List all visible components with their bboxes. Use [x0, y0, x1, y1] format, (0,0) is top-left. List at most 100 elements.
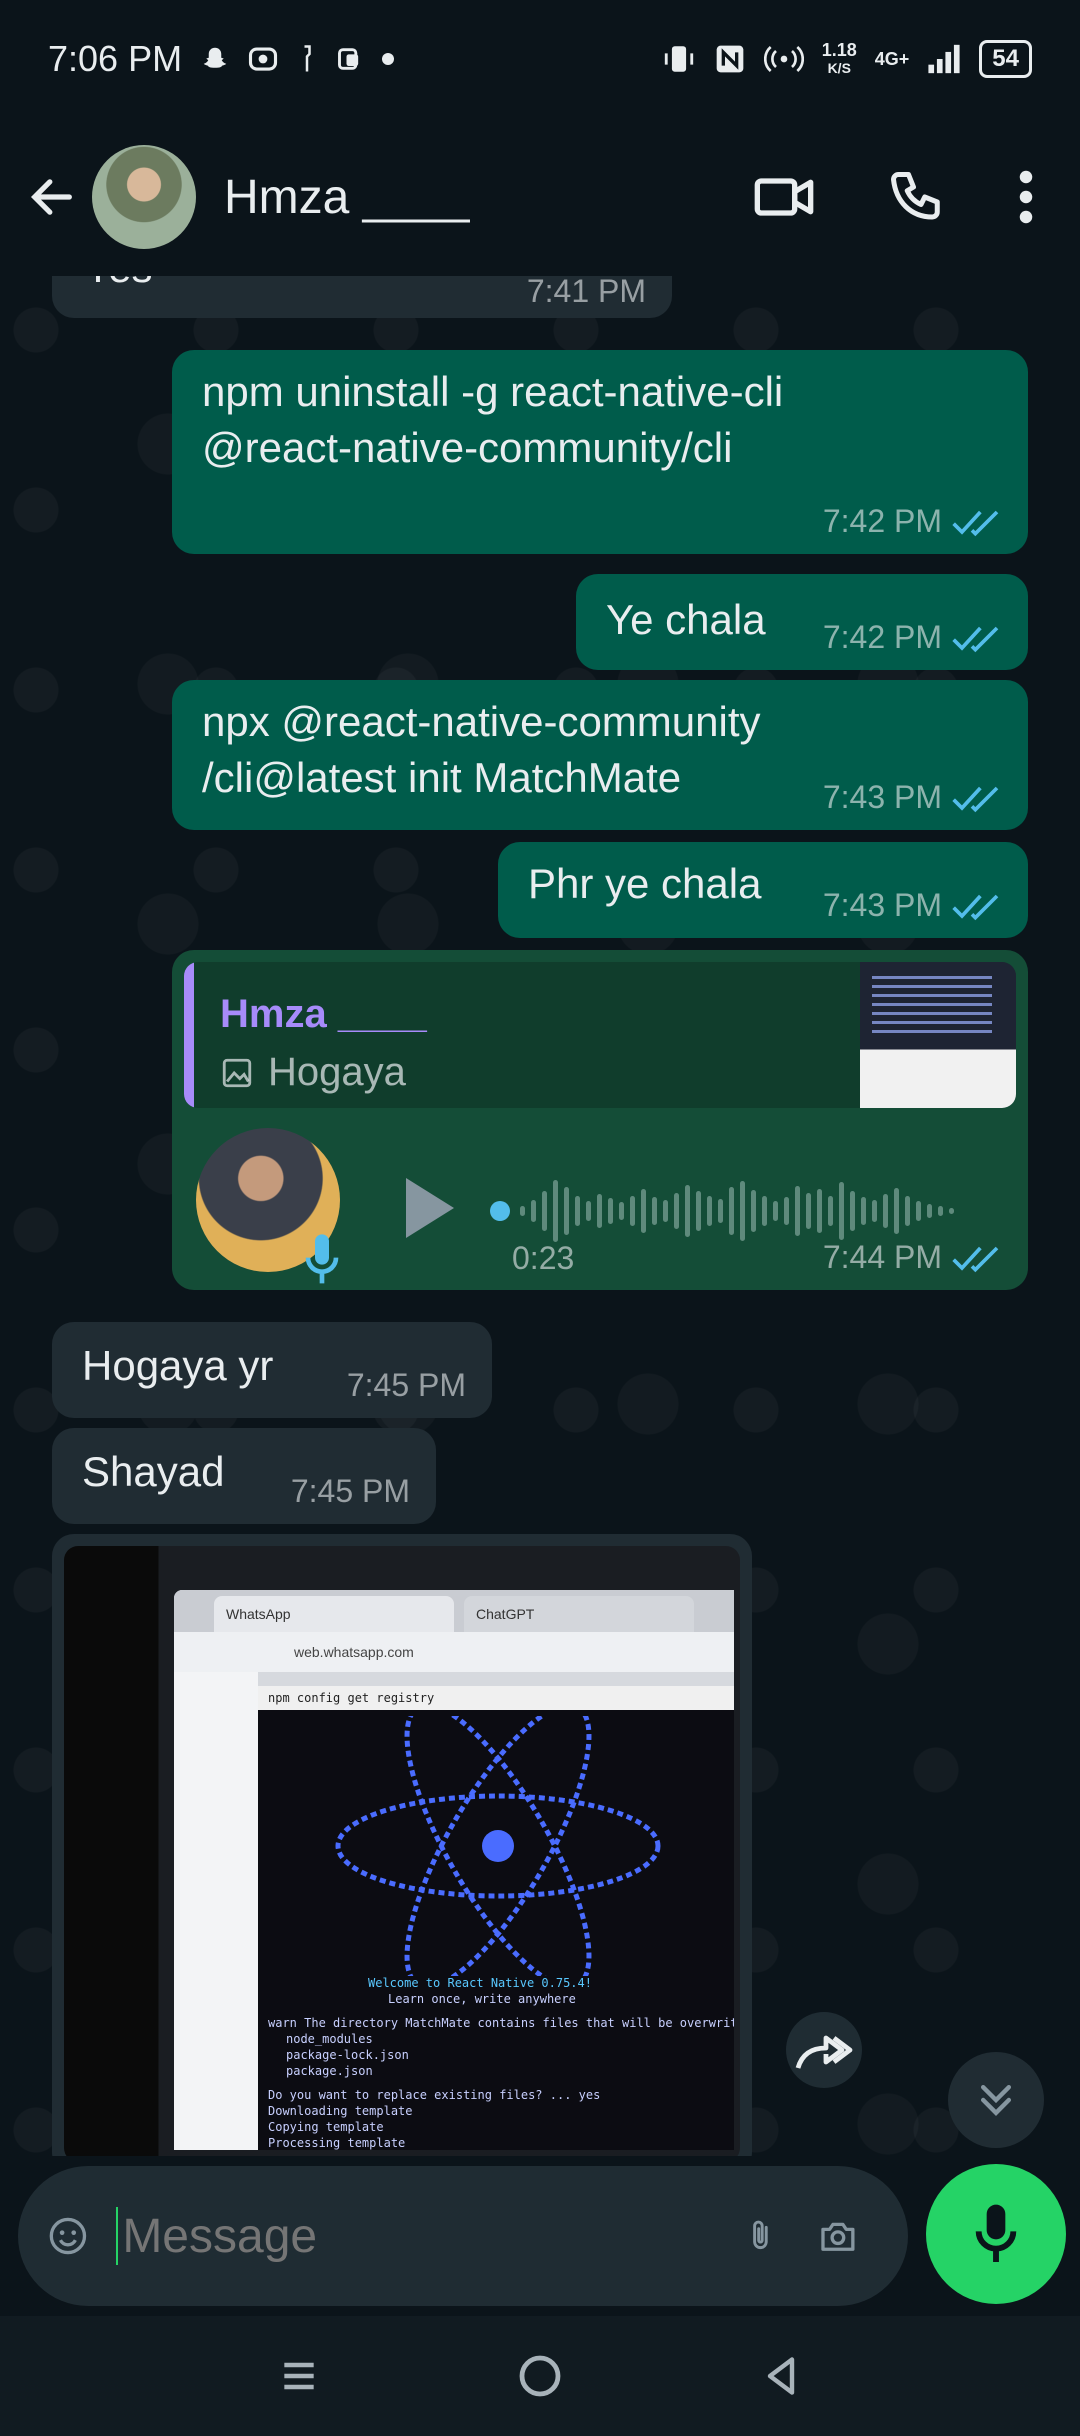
play-button[interactable]: [398, 1172, 462, 1249]
waveform-bar: [828, 1196, 833, 1226]
message-meta: 7:43 PM: [823, 779, 1002, 816]
message-text: Yes: [84, 276, 153, 296]
read-ticks-icon: [952, 1246, 999, 1272]
read-ticks-icon: [952, 786, 999, 812]
forward-icon: [795, 2035, 853, 2069]
back-nav-icon[interactable]: [759, 2352, 803, 2400]
message-time: 7:42 PM: [822, 503, 942, 539]
voice-duration: 0:23: [512, 1240, 575, 1276]
voice-message[interactable]: Hmza ____ Hogaya 0:23 7:44 PM: [172, 950, 1028, 1290]
waveform-bar: [685, 1185, 690, 1237]
message-incoming[interactable]: Hogaya yr 7:45 PM: [52, 1322, 492, 1418]
contact-avatar[interactable]: [92, 145, 196, 249]
message-input[interactable]: [122, 2208, 744, 2264]
waveform-bar: [597, 1194, 602, 1228]
recent-apps-icon[interactable]: [277, 2354, 321, 2398]
waveform-bar: [905, 1196, 910, 1226]
waveform-bar: [806, 1193, 811, 1229]
composer: [0, 2156, 1080, 2316]
home-icon[interactable]: [516, 2352, 564, 2400]
waveform-bar: [938, 1206, 943, 1216]
chat-area[interactable]: Yes 7:41 PM npm uninstall -g react-nativ…: [0, 276, 1080, 2156]
photo-tabbar: WhatsApp ChatGPT: [174, 1590, 734, 1632]
message-outgoing[interactable]: npx @react-native-community /cli@latest …: [172, 680, 1028, 830]
react-ascii-logo: [335, 1716, 661, 1976]
reply-quote[interactable]: Hmza ____ Hogaya: [184, 962, 1016, 1108]
waveform-bar: [542, 1191, 547, 1231]
waveform-bar: [696, 1191, 701, 1231]
waveform-bar: [652, 1197, 657, 1225]
waveform-bar: [729, 1187, 734, 1235]
message-incoming[interactable]: Yes 7:41 PM: [52, 276, 672, 318]
message-meta: 7:45 PM: [347, 1367, 466, 1404]
message-meta: 7:41 PM: [527, 276, 646, 310]
message-time: 7:45 PM: [346, 1367, 466, 1403]
quote-preview: Hogaya: [220, 1050, 406, 1095]
waveform-bar: [916, 1201, 921, 1221]
message-meta: 7:42 PM: [823, 503, 1002, 540]
terminal-file: package-lock.json: [286, 2048, 409, 2062]
emoji-icon[interactable]: [48, 2204, 88, 2268]
photo[interactable]: WhatsApp ChatGPT web.whatsapp.com npm co…: [64, 1546, 740, 2156]
notification-icons: [200, 44, 395, 74]
waveform-bar: [872, 1200, 877, 1222]
waveform-bar: [839, 1182, 844, 1240]
net-speed-value: 1.18: [821, 40, 857, 60]
message-text: npm uninstall -g react-native-cli @react…: [202, 368, 784, 471]
message-meta: 7:45 PM: [291, 1473, 410, 1510]
arrow-left-icon: [30, 179, 72, 215]
forward-button[interactable]: [786, 2012, 862, 2088]
microphone-icon: [305, 1234, 339, 1284]
camera-icon[interactable]: [818, 2204, 858, 2268]
waveform-bar: [575, 1196, 580, 1226]
contact-name[interactable]: Hmza ____: [224, 170, 469, 225]
snapchat-icon: [203, 47, 227, 68]
message-outgoing[interactable]: npm uninstall -g react-native-cli @react…: [172, 350, 1028, 554]
message-input-pill[interactable]: [18, 2166, 908, 2306]
more-options-icon[interactable]: [1016, 167, 1036, 227]
voice-call-icon[interactable]: [886, 167, 946, 227]
hotspot-icon: [763, 46, 804, 72]
waveform-bar: [784, 1197, 789, 1225]
attach-icon[interactable]: [743, 2204, 778, 2268]
waveform-bar: [564, 1187, 569, 1235]
scroll-to-bottom-button[interactable]: [948, 2052, 1044, 2148]
net-speed: 1.18 K/S: [822, 41, 857, 77]
waveform-bar: [520, 1206, 525, 1216]
message-text: Ye chala: [606, 596, 766, 643]
photo-screen: WhatsApp ChatGPT web.whatsapp.com npm co…: [174, 1590, 734, 2150]
waveform-bar: [762, 1196, 767, 1226]
read-ticks-icon: [952, 894, 999, 920]
video-call-icon[interactable]: [752, 165, 816, 229]
waveform-bar: [883, 1194, 888, 1228]
terminal-step: Copying template: [268, 2120, 384, 2134]
battery-indicator: 54: [979, 40, 1032, 78]
voice-record-button[interactable]: [926, 2164, 1066, 2304]
message-outgoing[interactable]: Ye chala 7:42 PM: [576, 574, 1028, 670]
message-meta: 7:43 PM: [823, 887, 1002, 924]
waveform-bar: [663, 1200, 668, 1222]
photo-tab-whatsapp: WhatsApp: [214, 1596, 454, 1632]
message-time: 7:43 PM: [822, 779, 942, 815]
waveform-bar: [817, 1189, 822, 1233]
message-time: 7:43 PM: [822, 887, 942, 923]
message-meta: 7:44 PM: [823, 1239, 1002, 1276]
terminal-warn: warn The directory MatchMate contains fi…: [268, 2016, 734, 2030]
image-message[interactable]: WhatsApp ChatGPT web.whatsapp.com npm co…: [52, 1534, 752, 2156]
photo-urlbar: web.whatsapp.com: [174, 1632, 734, 1672]
message-outgoing[interactable]: Phr ye chala 7:43 PM: [498, 842, 1028, 938]
waveform-bar: [531, 1200, 536, 1222]
play-icon: [406, 1178, 454, 1238]
read-ticks-icon: [952, 510, 999, 536]
waveform-bar: [608, 1198, 613, 1224]
signal-icon: [928, 44, 960, 74]
vibrate-icon: [664, 46, 693, 72]
quote-sender: Hmza ____: [220, 992, 427, 1036]
waveform-bar: [740, 1181, 745, 1241]
header-actions: [752, 165, 1056, 229]
message-incoming[interactable]: Shayad 7:45 PM: [52, 1428, 436, 1524]
back-button[interactable]: [24, 169, 80, 225]
playback-position-dot[interactable]: [490, 1201, 510, 1221]
terminal-file: node_modules: [286, 2032, 373, 2046]
message-time: 7:42 PM: [822, 619, 942, 655]
